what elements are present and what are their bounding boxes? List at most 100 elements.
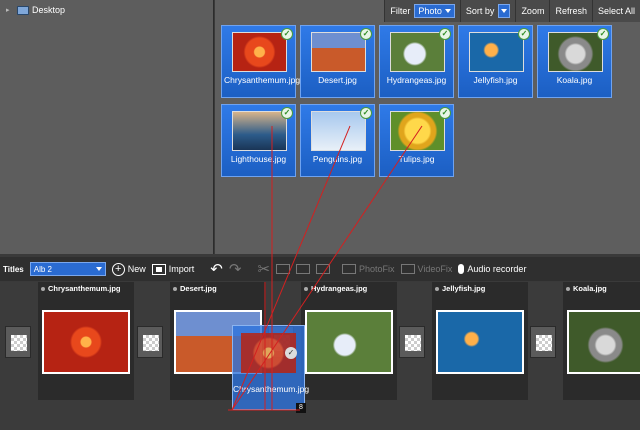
filter-value: Photo <box>418 6 442 16</box>
drag-count-badge: 8 <box>296 403 306 413</box>
videofix-button[interactable]: VideoFix <box>400 264 453 274</box>
audio-recorder-button[interactable]: Audio recorder <box>458 264 526 274</box>
microphone-icon <box>458 264 465 274</box>
photo-thumbnail <box>311 32 366 72</box>
photo-caption: Koala.jpg <box>556 75 593 85</box>
timeline-clip[interactable]: Koala.jpg <box>563 282 640 400</box>
clip-title: Koala.jpg <box>573 284 607 293</box>
clip-header: Jellyfish.jpg <box>435 284 485 293</box>
transition-placeholder-icon <box>536 335 552 351</box>
photo-thumbnail <box>232 32 287 72</box>
photo-thumbnail <box>390 111 445 151</box>
clip-thumbnail <box>436 310 524 374</box>
transition-placeholder-icon <box>143 335 159 351</box>
sort-group: Sort by <box>459 0 516 22</box>
photofix-icon <box>342 264 357 274</box>
plus-icon: + <box>111 262 125 276</box>
photo-tile[interactable]: ✓ Penguins.jpg <box>300 104 375 177</box>
check-icon[interactable]: ✓ <box>518 28 530 40</box>
clip-dot-icon <box>304 286 308 291</box>
redo-icon[interactable]: ↷ <box>229 260 242 278</box>
chevron-down-icon <box>444 9 451 13</box>
transition-placeholder-icon <box>11 335 27 351</box>
folder-tree: ▸ Desktop <box>0 0 214 254</box>
photo-tile[interactable]: ✓ Chrysanthemum.jpg <box>221 25 301 98</box>
photo-caption: Tulips.jpg <box>398 154 435 164</box>
desktop-folder-icon <box>17 5 29 15</box>
timeline-clip[interactable]: Hydrangeas.jpg <box>301 282 397 400</box>
expand-icon[interactable]: ▸ <box>6 6 14 14</box>
audio-label: Audio recorder <box>467 264 527 274</box>
rotate-icon[interactable] <box>296 264 311 274</box>
copy-icon[interactable] <box>276 264 291 274</box>
photofix-label: PhotoFix <box>359 264 395 274</box>
photofix-button[interactable]: PhotoFix <box>342 264 395 274</box>
photo-tile[interactable]: ✓ Hydrangeas.jpg <box>379 25 454 98</box>
tree-item-label: Desktop <box>32 5 66 15</box>
clip-title: Desert.jpg <box>180 284 217 293</box>
photo-tile[interactable]: ✓ Desert.jpg <box>300 25 375 98</box>
image-edit-icon[interactable] <box>316 264 331 274</box>
photo-tile[interactable]: ✓ Koala.jpg <box>537 25 612 98</box>
photo-caption: Hydrangeas.jpg <box>386 75 447 85</box>
photo-caption: Penguins.jpg <box>312 154 363 164</box>
transition-placeholder-icon <box>405 335 421 351</box>
photo-tile[interactable]: ✓ Lighthouse.jpg <box>221 104 296 177</box>
filter-label: Filter <box>390 6 411 16</box>
tree-item-desktop[interactable]: ▸ Desktop <box>6 5 65 15</box>
transition-slot[interactable] <box>5 326 31 358</box>
select-all-button[interactable]: Select All <box>591 0 640 22</box>
photo-tile[interactable]: ✓ Jellyfish.jpg <box>458 25 533 98</box>
photo-caption: Lighthouse.jpg <box>230 154 287 164</box>
refresh-button[interactable]: Refresh <box>549 0 592 22</box>
titles-label: Titles <box>3 264 24 274</box>
new-label: New <box>127 264 146 274</box>
check-icon[interactable]: ✓ <box>439 107 451 119</box>
undo-icon[interactable]: ↶ <box>210 260 223 278</box>
clip-header: Koala.jpg <box>566 284 607 293</box>
clip-header: Desert.jpg <box>173 284 217 293</box>
zoom-button[interactable]: Zoom <box>515 0 550 22</box>
videofix-label: VideoFix <box>417 264 453 274</box>
clip-title: Hydrangeas.jpg <box>311 284 368 293</box>
import-button[interactable]: Import <box>151 263 195 275</box>
filter-dropdown[interactable]: Photo <box>414 4 455 18</box>
transition-slot[interactable] <box>530 326 556 358</box>
videofix-icon <box>400 264 415 274</box>
clip-thumbnail <box>305 310 393 374</box>
photo-caption: Desert.jpg <box>318 75 357 85</box>
check-icon[interactable]: ✓ <box>360 107 372 119</box>
sort-dropdown[interactable] <box>498 4 511 18</box>
clip-thumbnail <box>42 310 130 374</box>
clip-title: Jellyfish.jpg <box>442 284 486 293</box>
album-toolbar: Titles Alb 2 + New Import ↶ ↷ ✂ PhotoFix… <box>0 257 640 281</box>
photo-caption: Chrysanthemum.jpg <box>224 75 301 85</box>
transition-slot[interactable] <box>399 326 425 358</box>
timeline-clip[interactable]: Jellyfish.jpg <box>432 282 528 400</box>
media-browser: Filter Photo Sort by Zoom Refresh Select… <box>215 0 640 254</box>
transition-slot[interactable] <box>137 326 163 358</box>
photo-tile[interactable]: ✓ Tulips.jpg <box>379 104 454 177</box>
filter-group: Filter Photo <box>384 0 460 22</box>
photo-thumbnail <box>311 111 366 151</box>
clip-thumbnail <box>567 310 640 374</box>
clip-header: Chrysanthemum.jpg <box>41 284 121 293</box>
import-label: Import <box>168 264 195 274</box>
clip-header: Hydrangeas.jpg <box>304 284 367 293</box>
album-dropdown[interactable]: Alb 2 <box>29 262 106 276</box>
timeline-clip[interactable]: Chrysanthemum.jpg <box>38 282 134 400</box>
drag-caption: Chrysanthemum.jpg <box>233 384 310 394</box>
photo-thumbnail <box>469 32 524 72</box>
album-value: Alb 2 <box>33 264 52 274</box>
check-icon[interactable]: ✓ <box>360 28 372 40</box>
check-icon[interactable]: ✓ <box>281 107 293 119</box>
cut-icon[interactable]: ✂ <box>257 260 270 278</box>
sort-label: Sort by <box>465 6 495 16</box>
new-button[interactable]: + New <box>111 262 146 276</box>
check-icon: ✓ <box>285 347 297 359</box>
check-icon[interactable]: ✓ <box>281 28 293 40</box>
chevron-down-icon <box>95 267 102 271</box>
drag-preview: Chrysanthemum.jpg <box>232 325 310 410</box>
check-icon[interactable]: ✓ <box>597 28 609 40</box>
check-icon[interactable]: ✓ <box>439 28 451 40</box>
